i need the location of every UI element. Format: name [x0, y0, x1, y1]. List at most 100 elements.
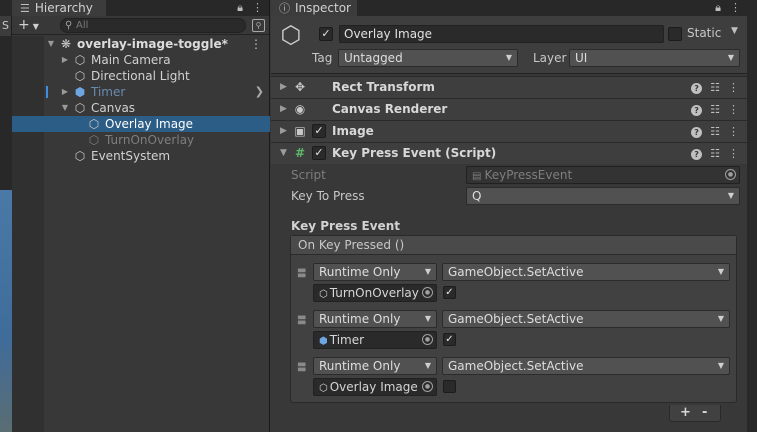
event-entry: ▬ ▬ Runtime Only ▼ GameObject.SetActive ▼ ⬡… [291, 263, 738, 307]
tree-row-overlay-image[interactable]: ⬡ Overlay Image [12, 116, 270, 132]
inspector-tab[interactable]: ⓘ Inspector [271, 0, 357, 16]
runtime-mode-dropdown[interactable]: Runtime Only ▼ [313, 310, 437, 328]
collapse-arrow-icon[interactable]: ▶ [280, 121, 287, 142]
search-input[interactable] [76, 19, 241, 32]
collapse-arrow-icon[interactable]: ▶ [280, 99, 287, 120]
gameobject-name-input[interactable] [339, 25, 664, 43]
tree-row-eventsystem[interactable]: ⬡ EventSystem [12, 148, 270, 164]
component-enabled-checkbox[interactable]: ✓ [312, 146, 326, 160]
add-entry-button[interactable]: + [680, 405, 691, 420]
lock-icon[interactable]: 🔒︎ [237, 1, 243, 14]
presets-icon[interactable]: ☷ [710, 125, 720, 138]
argument-checkbox[interactable]: ✓ [443, 286, 456, 299]
tree-row-canvas[interactable]: ▼ ⬡ Canvas [12, 100, 270, 116]
presets-icon[interactable]: ☷ [710, 103, 720, 116]
runtime-mode-dropdown[interactable]: Runtime Only ▼ [313, 357, 437, 375]
component-image[interactable]: ▶ ▣ ✓ Image ? ☷ ⋮ [271, 120, 747, 142]
hierarchy-tab[interactable]: ☰ Hierarchy [12, 0, 106, 16]
event-title: Key Press Event [291, 219, 400, 233]
drag-handle-icon[interactable]: ▬ ▬ [297, 266, 307, 281]
gameobject-icon: ⬡ [74, 149, 86, 163]
presets-icon[interactable]: ☷ [710, 81, 720, 94]
runtime-mode-value: Runtime Only [319, 265, 401, 279]
active-checkbox[interactable]: ✓ [319, 27, 333, 41]
chevron-down-icon: ▼ [727, 191, 734, 200]
tree-row-label: EventSystem [91, 149, 171, 163]
chevron-down-icon: ▼ [32, 22, 39, 31]
function-value: GameObject.SetActive [448, 359, 584, 373]
target-object-field[interactable]: ⬡ TurnOnOverlay ● [313, 284, 437, 302]
more-menu-icon[interactable]: ⋮ [252, 1, 263, 14]
help-icon[interactable]: ? [691, 83, 703, 94]
more-menu-icon[interactable]: ⋮ [728, 81, 739, 94]
object-picker-icon[interactable]: ● [422, 381, 433, 392]
unity-event-list: On Key Pressed () ▬ ▬ Runtime Only ▼ GameO… [290, 235, 737, 403]
inspector-tabbar: ⓘ Inspector 🔒︎ ⋮ [271, 0, 747, 16]
key-to-press-label: Key To Press [291, 189, 365, 203]
more-menu-icon[interactable]: ⋮ [728, 125, 739, 138]
component-title: Key Press Event (Script) [332, 146, 497, 160]
key-to-press-dropdown[interactable]: Q ▼ [466, 187, 740, 205]
gameobject-icon: ⬡ [88, 133, 100, 147]
collapse-arrow-icon[interactable]: ▶ [60, 52, 70, 68]
tag-dropdown[interactable]: Untagged ▼ [338, 49, 518, 67]
object-picker-icon[interactable]: ● [422, 287, 433, 298]
prefab-icon: ⬢ [74, 85, 86, 99]
inspector-tab-tools: 🔒︎ ⋮ [706, 0, 741, 16]
component-key-press-event[interactable]: ▼ # ✓ Key Press Event (Script) ? ☷ ⋮ [271, 142, 747, 164]
component-rect-transform[interactable]: ▶ ✥ Rect Transform ? ☷ ⋮ [271, 76, 747, 98]
drag-handle-icon[interactable]: ▬ ▬ [297, 313, 307, 328]
help-icon[interactable]: ? [691, 149, 703, 160]
gameobject-icon: ⬡ [319, 383, 328, 394]
component-canvas-renderer[interactable]: ▶ ◉ Canvas Renderer ? ☷ ⋮ [271, 98, 747, 120]
hierarchy-tabbar: ☰ Hierarchy 🔒︎ ⋮ [12, 0, 269, 16]
help-icon[interactable]: ? [691, 105, 703, 116]
script-field[interactable]: ▤ KeyPressEvent ● [466, 166, 740, 184]
chevron-down-icon: ▼ [727, 53, 734, 62]
tree-row-turnonoverlay[interactable]: ⬡ TurnOnOverlay [12, 132, 270, 148]
object-picker-icon[interactable]: ● [725, 169, 736, 180]
expand-arrow-icon[interactable]: ▼ [46, 36, 56, 52]
event-list-footer: + - [669, 405, 721, 422]
canvas-renderer-icon: ◉ [294, 102, 306, 116]
component-enabled-checkbox[interactable]: ✓ [312, 124, 326, 138]
lock-icon[interactable]: 🔒︎ [715, 1, 721, 14]
static-checkbox[interactable] [668, 27, 682, 41]
more-menu-icon[interactable]: ⋮ [250, 36, 262, 52]
target-object-field[interactable]: ⬡ Overlay Image ● [313, 378, 437, 396]
more-menu-icon[interactable]: ⋮ [728, 147, 739, 160]
more-menu-icon[interactable]: ⋮ [730, 1, 741, 14]
tree-row-timer[interactable]: ▶ ⬢ Timer ❯ [12, 84, 270, 100]
layer-dropdown[interactable]: UI ▼ [569, 49, 740, 67]
expand-arrow-icon[interactable]: ▼ [60, 100, 70, 116]
chevron-right-icon[interactable]: ❯ [255, 84, 264, 100]
filter-icon[interactable]: ⚲ [252, 19, 265, 32]
tree-row-main-camera[interactable]: ▶ ⬡ Main Camera [12, 52, 270, 68]
expand-arrow-icon[interactable]: ▼ [280, 143, 287, 164]
help-icon[interactable]: ? [691, 127, 703, 138]
runtime-mode-dropdown[interactable]: Runtime Only ▼ [313, 263, 437, 281]
component-title: Rect Transform [332, 80, 435, 94]
more-menu-icon[interactable]: ⋮ [728, 103, 739, 116]
presets-icon[interactable]: ☷ [710, 147, 720, 160]
target-object-field[interactable]: ⬢ Timer ● [313, 331, 437, 349]
unity-scene-icon: ❋ [60, 37, 72, 51]
argument-checkbox[interactable]: ✓ [443, 333, 456, 346]
create-button[interactable]: + ▼ [18, 17, 46, 34]
tree-row-scene[interactable]: ▼ ❋ overlay-image-toggle* ⋮ [12, 36, 270, 52]
tree-row-directional-light[interactable]: ⬡ Directional Light [12, 68, 270, 84]
scene-tab[interactable]: S [0, 16, 12, 36]
function-dropdown[interactable]: GameObject.SetActive ▼ [442, 263, 730, 281]
function-dropdown[interactable]: GameObject.SetActive ▼ [442, 310, 730, 328]
script-label: Script [291, 168, 326, 182]
drag-handle-icon[interactable]: ▬ ▬ [297, 360, 307, 375]
object-picker-icon[interactable]: ● [422, 334, 433, 345]
argument-checkbox[interactable] [443, 380, 456, 393]
collapse-arrow-icon[interactable]: ▶ [280, 77, 287, 98]
tag-value: Untagged [344, 51, 403, 65]
collapse-arrow-icon[interactable]: ▶ [60, 84, 70, 100]
remove-entry-button[interactable]: - [702, 405, 707, 420]
function-dropdown[interactable]: GameObject.SetActive ▼ [442, 357, 730, 375]
static-dropdown-icon[interactable]: ▼ [731, 26, 738, 36]
hierarchy-toolbar: +▼ ⚲ ⚲ [12, 16, 269, 35]
